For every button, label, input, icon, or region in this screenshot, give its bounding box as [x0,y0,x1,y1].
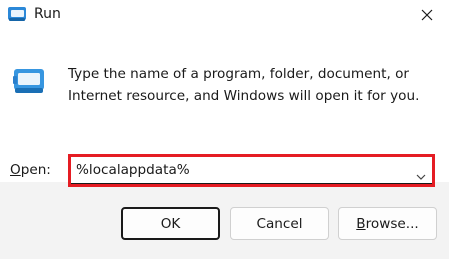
instructions-text: Type the name of a program, folder, docu… [68,66,420,104]
run-dialog-icon [11,67,47,95]
title-bar: Run [0,0,449,30]
dialog-body: Type the name of a program, folder, docu… [0,30,449,187]
chevron-down-icon[interactable] [416,166,426,180]
open-label-accelerator: O [10,162,21,178]
close-button[interactable] [405,0,449,30]
browse-accelerator: B [356,215,366,232]
open-combobox-field[interactable]: %localappdata% [71,157,432,184]
open-input[interactable]: %localappdata% [76,161,190,179]
ok-button[interactable]: OK [121,207,220,240]
open-label: Open: [10,161,51,179]
browse-button[interactable]: Browse... [338,207,437,240]
browse-label-rest: rowse... [365,215,419,232]
close-icon [421,6,433,25]
window-title: Run [34,6,61,22]
open-combobox[interactable]: %localappdata% [68,154,435,187]
run-dialog-icon [6,6,28,22]
open-label-rest: pen: [20,162,51,178]
cancel-button[interactable]: Cancel [230,207,329,240]
